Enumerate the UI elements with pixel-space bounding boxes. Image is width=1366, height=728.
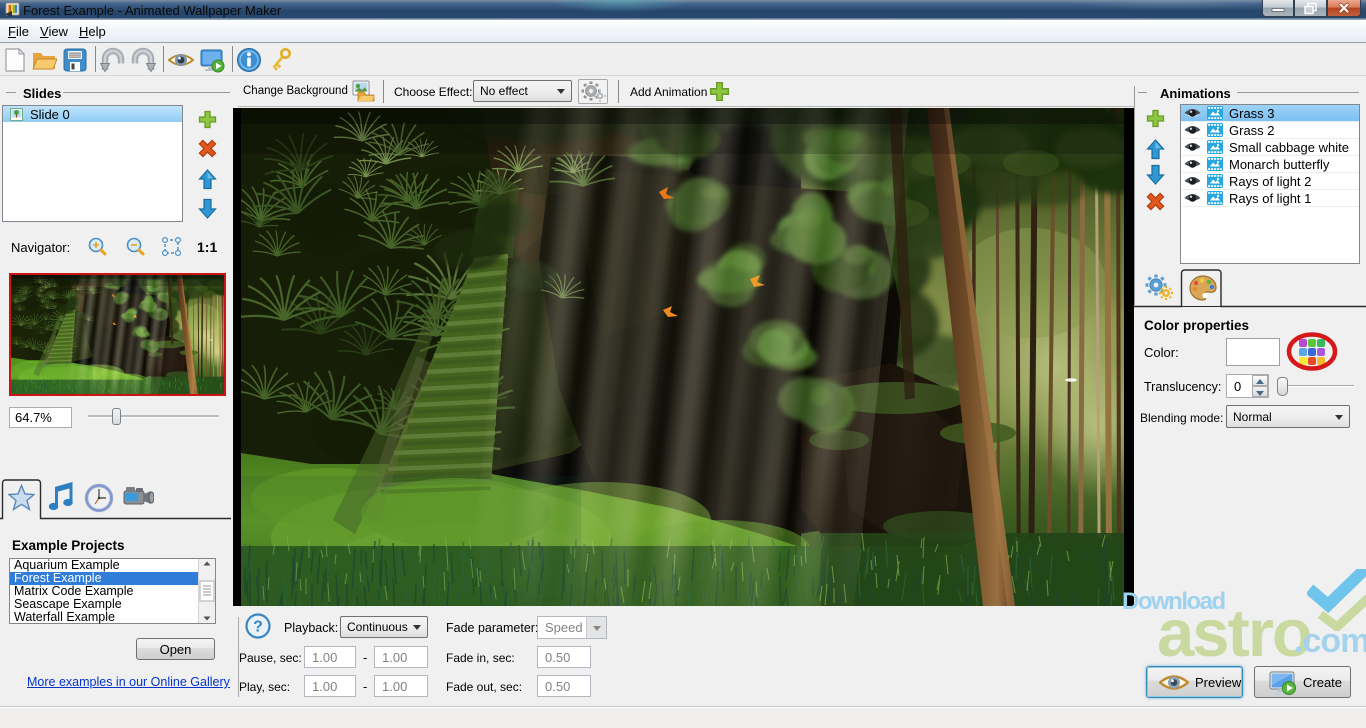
svg-text:?: ?	[253, 619, 263, 636]
